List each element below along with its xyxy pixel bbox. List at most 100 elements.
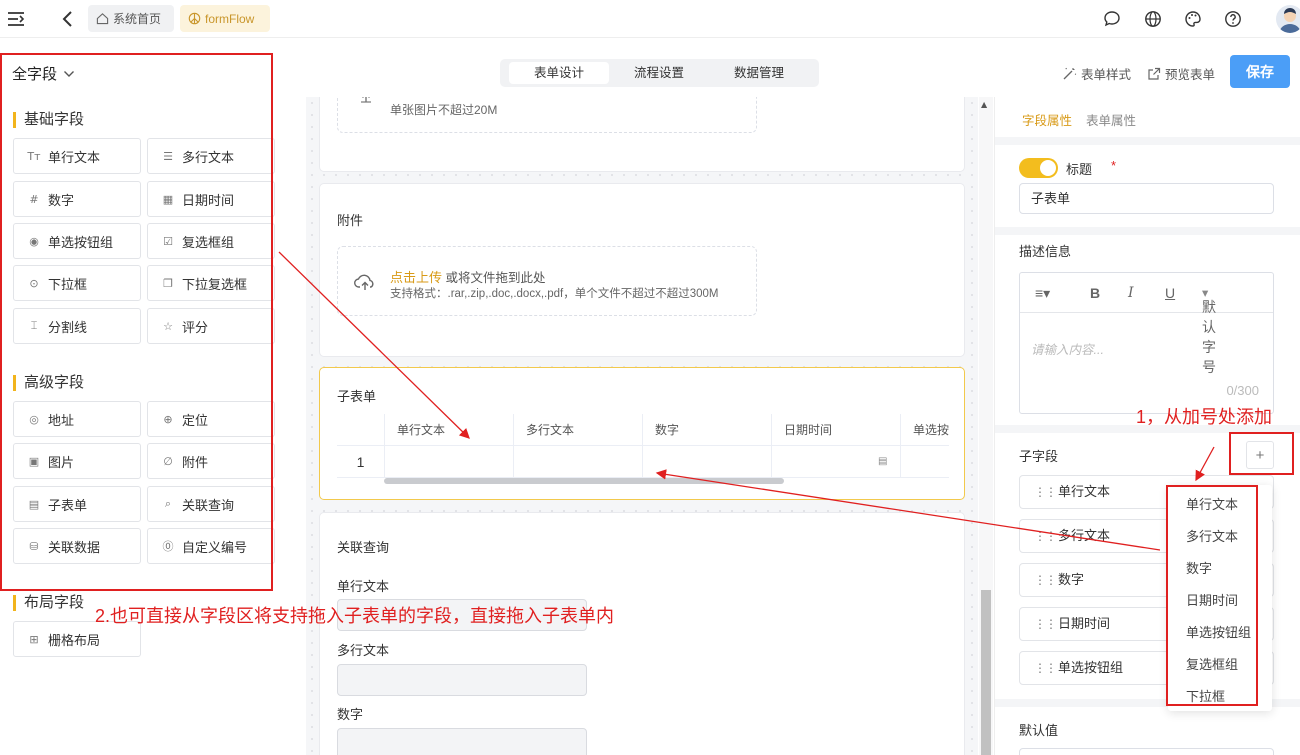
- scroll-up-icon[interactable]: ▲: [981, 100, 987, 109]
- globe-icon[interactable]: [1143, 9, 1163, 29]
- char-counter: 0/300: [1226, 383, 1259, 398]
- drag-handle-icon[interactable]: ⋮⋮: [1034, 476, 1057, 508]
- subform-cell[interactable]: [900, 446, 949, 478]
- help-icon[interactable]: [1223, 9, 1243, 29]
- underline-icon[interactable]: U: [1165, 285, 1175, 301]
- save-button[interactable]: 保存: [1230, 55, 1290, 88]
- peace-icon: [188, 12, 201, 25]
- subform-col-header: 单选按: [900, 414, 949, 446]
- palette-icon[interactable]: [1183, 9, 1203, 29]
- cloud-upload-icon: [354, 272, 376, 295]
- subform-col-header: 多行文本: [513, 414, 642, 446]
- description-editor[interactable]: ≡▾ B I U 默认字号 ▾ 请输入内容... 0/300: [1019, 272, 1274, 414]
- tab-flow-settings[interactable]: 流程设置: [609, 62, 709, 84]
- grid-icon: ⊞: [29, 632, 39, 646]
- calendar-icon: ▤: [878, 456, 888, 467]
- upload-icon: [358, 97, 374, 106]
- menu-fold-icon[interactable]: [6, 9, 26, 29]
- chat-icon[interactable]: [1102, 9, 1122, 29]
- lookup-field-value: [337, 728, 587, 755]
- lookup-field-card[interactable]: 关联查询 单行文本 多行文本 数字: [319, 512, 965, 755]
- editor-toolbar: ≡▾ B I U 默认字号 ▾: [1020, 273, 1273, 375]
- avatar[interactable]: [1276, 5, 1300, 33]
- menu-highlight: [1166, 485, 1258, 706]
- design-tabs: 表单设计 流程设置 数据管理: [500, 59, 819, 87]
- image-field-card[interactable]: 单张图片不超过20M: [319, 97, 965, 172]
- title-visible-toggle[interactable]: [1019, 158, 1058, 178]
- tab-data-management[interactable]: 数据管理: [709, 62, 809, 84]
- title-input[interactable]: 子表单: [1019, 183, 1274, 214]
- subform-col-header: 单行文本: [384, 414, 513, 446]
- bold-icon[interactable]: B: [1090, 285, 1100, 301]
- attachment-upload-area[interactable]: 点击上传 或将文件拖到此处 支持格式：.rar,.zip,.doc,.docx,…: [337, 246, 757, 316]
- lookup-label: 关联查询: [337, 540, 390, 555]
- layout-fields-title: 布局字段: [13, 595, 84, 611]
- default-value-label: 默认值: [1019, 723, 1059, 738]
- field-panel-highlight: [0, 53, 273, 591]
- subform-col-header: 数字: [642, 414, 771, 446]
- drag-handle-icon[interactable]: ⋮⋮: [1034, 608, 1057, 640]
- attachment-label: 附件: [337, 213, 364, 228]
- plus-button-highlight: [1229, 432, 1294, 475]
- form-style-label: 表单样式: [1081, 68, 1132, 82]
- subfield-name: 多行文本: [1058, 528, 1111, 543]
- subform-cell[interactable]: [642, 446, 771, 478]
- lookup-field-label: 数字: [337, 707, 364, 722]
- home-icon: [96, 13, 109, 25]
- section-divider: [995, 137, 1300, 145]
- subform-horizontal-scrollbar[interactable]: [384, 478, 784, 484]
- app-tag[interactable]: formFlow: [180, 5, 270, 32]
- subform-label: 子表单: [337, 389, 377, 404]
- form-style-button[interactable]: 表单样式: [1062, 64, 1131, 83]
- annotation-drag: 2.也可直接从字段区将支持拖入子表单的字段，直接拖入子表单内: [95, 606, 615, 626]
- font-size-label: 默认字号: [1202, 299, 1216, 375]
- editor-placeholder: 请输入内容...: [1031, 343, 1104, 357]
- magic-wand-icon: [1063, 67, 1077, 79]
- image-size-hint: 单张图片不超过20M: [390, 103, 498, 117]
- subfield-name: 数字: [1058, 572, 1085, 587]
- description-label: 描述信息: [1019, 244, 1072, 259]
- click-upload-link[interactable]: 点击上传: [390, 270, 442, 285]
- lookup-field-label: 多行文本: [337, 643, 390, 658]
- drag-handle-icon[interactable]: ⋮⋮: [1034, 652, 1057, 684]
- field-label: 栅格布局: [48, 632, 101, 648]
- format-hint: 支持格式：.rar,.zip,.doc,.docx,.pdf，单个文件不超过不超…: [390, 288, 719, 300]
- preview-form-button[interactable]: 预览表单: [1147, 64, 1215, 83]
- row-number: 1: [356, 454, 365, 470]
- subform-field-card[interactable]: 子表单 单行文本 多行文本 数字 日期时间 单选按 1 ▤: [319, 367, 965, 500]
- subfield-name: 日期时间: [1058, 616, 1111, 631]
- title-label: 标题: [1066, 162, 1093, 177]
- subform-data-row: 1 ▤: [337, 446, 949, 478]
- home-tag[interactable]: 系统首页: [88, 5, 174, 32]
- tab-field-properties[interactable]: 字段属性: [1022, 110, 1072, 129]
- upload-prompt: 点击上传 或将文件拖到此处: [390, 267, 546, 286]
- drag-handle-icon[interactable]: ⋮⋮: [1034, 564, 1057, 596]
- image-upload-area[interactable]: 单张图片不超过20M: [337, 97, 757, 133]
- drag-handle-icon[interactable]: ⋮⋮: [1034, 520, 1057, 552]
- subform-cell[interactable]: [384, 446, 513, 478]
- preview-form-label: 预览表单: [1165, 68, 1216, 82]
- lookup-field-label: 单行文本: [337, 579, 390, 594]
- home-tag-label: 系统首页: [113, 12, 162, 26]
- font-size-select[interactable]: 默认字号 ▾: [1202, 285, 1216, 375]
- subfield-name: 单行文本: [1058, 484, 1111, 499]
- back-icon[interactable]: [58, 9, 78, 29]
- required-mark: *: [1111, 158, 1117, 173]
- attachment-field-card[interactable]: 附件 点击上传 或将文件拖到此处 支持格式：.rar,.zip,.doc,.do…: [319, 183, 965, 357]
- subform-table: 单行文本 多行文本 数字 日期时间 单选按 1 ▤: [337, 414, 949, 478]
- form-canvas: 单张图片不超过20M 附件 点击上传 或将文件拖到此处 支持格式：.rar,.z…: [306, 97, 978, 755]
- default-value-input[interactable]: [1019, 748, 1274, 755]
- subform-cell[interactable]: [513, 446, 642, 478]
- tab-form-properties[interactable]: 表单属性: [1086, 110, 1136, 129]
- align-icon[interactable]: ≡▾: [1035, 285, 1050, 302]
- annotation-add: 1，从加号处添加: [1136, 407, 1273, 427]
- subfield-name: 单选按钮组: [1058, 660, 1124, 675]
- subform-cell[interactable]: ▤: [771, 446, 900, 478]
- italic-icon[interactable]: I: [1128, 285, 1134, 301]
- drag-hint: 或将文件拖到此处: [442, 271, 546, 285]
- lookup-field-value: [337, 664, 587, 696]
- app-tag-label: formFlow: [205, 11, 255, 26]
- canvas-scroll-thumb[interactable]: [981, 590, 991, 755]
- top-bar: 系统首页 formFlow: [0, 0, 1300, 38]
- tab-form-design[interactable]: 表单设计: [509, 62, 609, 84]
